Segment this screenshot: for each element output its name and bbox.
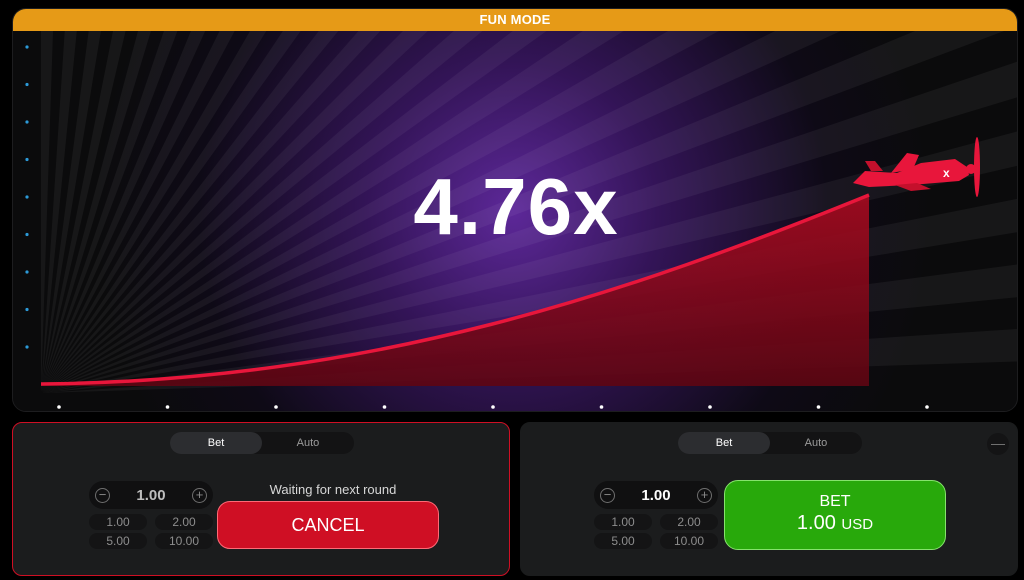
waiting-status: Waiting for next round — [269, 482, 397, 497]
bet-panel-2: Bet Auto — − 1.00 + 1.00 2.00 5.00 10.00… — [520, 422, 1018, 576]
multiplier-display: 4.76x — [413, 162, 619, 251]
bet-amount: 1.00 — [796, 512, 836, 534]
amount-stepper[interactable]: − 1.00 + — [594, 481, 718, 509]
tab-bet[interactable]: Bet — [678, 432, 770, 454]
quick-amounts: 1.00 2.00 5.00 10.00 — [594, 514, 718, 549]
x-axis-dot — [274, 405, 278, 409]
flight-stage: x 4.76x — [13, 9, 1017, 411]
decrease-icon[interactable]: − — [95, 487, 110, 503]
y-axis-dot — [25, 120, 29, 124]
x-axis-dot — [599, 405, 604, 409]
fun-mode-banner: FUN MODE — [13, 9, 1017, 31]
x-axis-dot — [165, 405, 170, 409]
quick-amounts: 1.00 2.00 5.00 10.00 — [89, 514, 213, 549]
quick-amount-button[interactable]: 10.00 — [660, 533, 718, 549]
x-axis-dot — [816, 405, 821, 409]
y-axis-dot — [25, 270, 29, 274]
quick-amount-button[interactable]: 10.00 — [155, 533, 213, 549]
remove-panel-button[interactable]: — — [987, 433, 1009, 455]
stake-controls: − 1.00 + 1.00 2.00 5.00 10.00 — [89, 481, 213, 561]
x-axis-dot — [925, 405, 929, 409]
bet-panel-1: Bet Auto − 1.00 + 1.00 2.00 5.00 10.00 W… — [12, 422, 510, 576]
y-axis-dot — [25, 307, 29, 312]
increase-icon[interactable]: + — [191, 487, 207, 503]
quick-amount-button[interactable]: 5.00 — [89, 533, 147, 549]
y-axis-dot — [25, 45, 29, 49]
bet-amount-value[interactable]: 1.00 — [136, 487, 165, 504]
x-axis-dot — [708, 405, 712, 409]
game-area: FUN MODE x 4.76x — [12, 8, 1018, 412]
bet-amount-value[interactable]: 1.00 — [641, 487, 670, 504]
bet-currency: USD — [841, 516, 874, 533]
bet-mode-tabs: Bet Auto — [678, 432, 862, 454]
x-axis-dot — [382, 405, 387, 409]
tab-bet[interactable]: Bet — [170, 432, 262, 454]
tab-auto[interactable]: Auto — [770, 432, 862, 454]
tab-auto[interactable]: Auto — [262, 432, 354, 454]
quick-amount-button[interactable]: 1.00 — [594, 514, 652, 530]
quick-amount-button[interactable]: 5.00 — [594, 533, 652, 549]
bet-mode-tabs: Bet Auto — [170, 432, 354, 454]
bet-button-label: BET — [819, 493, 851, 510]
bet-button-amount: 1.00 USD — [725, 512, 945, 535]
stake-controls: − 1.00 + 1.00 2.00 5.00 10.00 — [594, 481, 718, 561]
x-axis-dot — [57, 405, 61, 409]
bet-button[interactable]: BET 1.00 USD — [724, 480, 946, 550]
quick-amount-button[interactable]: 2.00 — [155, 514, 213, 530]
amount-stepper[interactable]: − 1.00 + — [89, 481, 213, 509]
decrease-icon[interactable]: − — [600, 487, 615, 503]
x-axis-dot — [491, 405, 495, 409]
quick-amount-button[interactable]: 2.00 — [660, 514, 718, 530]
y-axis-dot — [25, 82, 29, 87]
y-axis-dot — [25, 345, 29, 349]
quick-amount-button[interactable]: 1.00 — [89, 514, 147, 530]
cancel-button[interactable]: CANCEL — [217, 501, 439, 549]
increase-icon[interactable]: + — [696, 487, 712, 503]
